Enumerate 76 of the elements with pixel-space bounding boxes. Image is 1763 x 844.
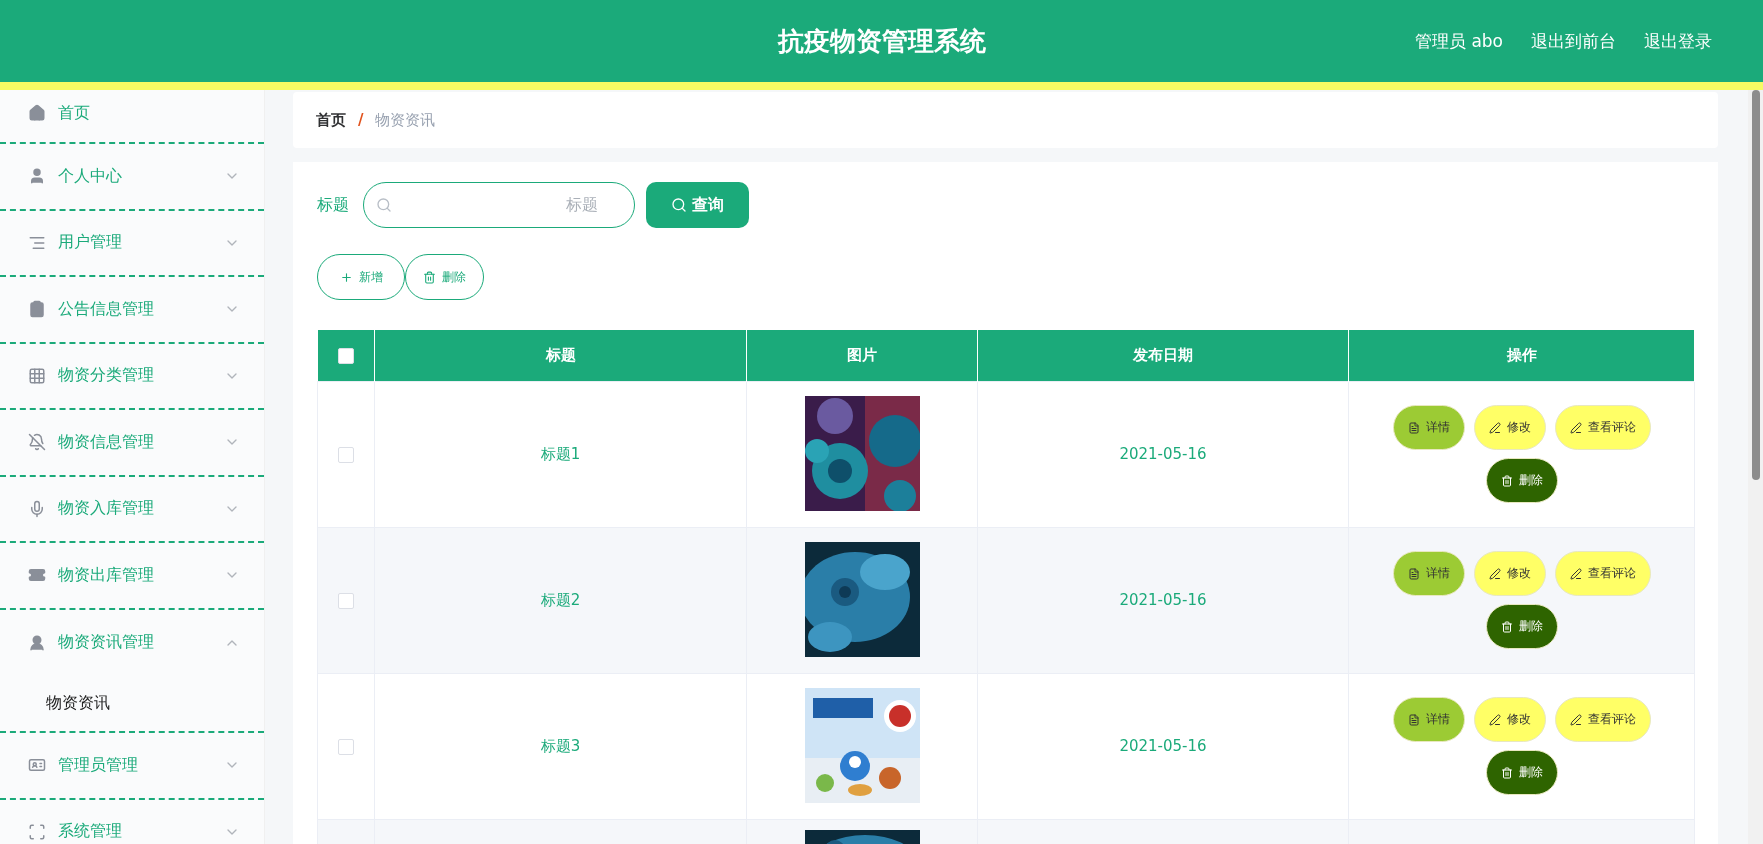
trash-icon [1500, 474, 1513, 487]
date-text: 2021-05-16 [1119, 737, 1207, 755]
sidebar-subitem[interactable]: 物资资讯 [0, 676, 264, 731]
header-link[interactable]: 退出到前台 [1531, 29, 1616, 53]
sidebar-item[interactable]: 用户管理 [28, 209, 240, 276]
home-icon [28, 104, 46, 122]
search-label: 标题 [317, 194, 349, 216]
sidebar-item[interactable]: 物资入库管理 [28, 475, 240, 542]
trash-icon [1500, 620, 1513, 633]
header-link[interactable]: 退出登录 [1644, 29, 1712, 53]
sidebar-item[interactable]: 管理员管理 [28, 732, 240, 799]
row-checkbox[interactable] [338, 446, 354, 463]
trash-icon [1500, 766, 1513, 779]
view-comments-button[interactable]: 查看评论 [1554, 697, 1651, 742]
view-comments-button[interactable]: 查看评论 [1554, 405, 1651, 450]
pen-icon [1569, 713, 1582, 726]
detail-button[interactable]: 详情 [1392, 405, 1465, 450]
add-button[interactable]: 新增 [317, 254, 405, 300]
pen-icon [1488, 713, 1501, 726]
sidebar-item[interactable]: 物资信息管理 [28, 409, 240, 476]
delete-button[interactable]: 删除 [1485, 458, 1558, 503]
column-header: 图片 [746, 330, 978, 381]
app-title: 抗疫物资管理系统 [777, 25, 986, 56]
trash-icon [423, 270, 436, 284]
scan-icon [28, 822, 46, 841]
view-comments-button[interactable]: 查看评论 [1554, 551, 1651, 596]
title-text: 标题3 [540, 736, 581, 755]
user-icon [28, 167, 46, 186]
document-icon [1407, 713, 1420, 726]
pen-icon [1488, 421, 1501, 434]
user-label[interactable]: 管理员 abo [1415, 29, 1503, 53]
column-header: 操作 [1348, 330, 1695, 381]
select-all-checkbox[interactable] [337, 347, 354, 364]
date-text: 2021-05-16 [1119, 445, 1207, 463]
search-icon [376, 197, 392, 213]
search-input[interactable]: 标题 [392, 195, 600, 215]
breadcrumb-separator: / [358, 111, 364, 129]
sidebar-item[interactable]: 公告信息管理 [28, 276, 240, 343]
edit-button[interactable]: 修改 [1473, 405, 1546, 450]
delete-button[interactable]: 删除 [1485, 750, 1558, 795]
sidebar-item[interactable]: 个人中心 [28, 143, 240, 210]
clipboard-icon [28, 300, 46, 319]
person-icon [28, 633, 46, 652]
detail-button[interactable]: 详情 [1392, 697, 1465, 742]
sidebar-item[interactable]: 系统管理 [28, 798, 240, 844]
delete-button[interactable]: 删除 [1485, 604, 1558, 649]
edit-button[interactable]: 修改 [1473, 697, 1546, 742]
breadcrumb-link[interactable]: 首页 [316, 110, 346, 130]
pen-icon [1569, 567, 1582, 580]
title-text: 标题1 [540, 444, 581, 463]
microphone-icon [28, 499, 46, 518]
delete-button[interactable]: 删除 [405, 254, 484, 300]
document-icon [1407, 567, 1420, 580]
title-text: 标题2 [540, 590, 581, 609]
grid-icon [28, 366, 46, 385]
plus-icon [339, 270, 353, 284]
sidebar-item[interactable]: 物资分类管理 [28, 342, 240, 409]
scrollbar-thumb[interactable] [1752, 90, 1760, 480]
sidebar-item[interactable]: 物资出库管理 [28, 542, 240, 609]
pen-icon [1569, 421, 1582, 434]
document-icon [1407, 421, 1420, 434]
pen-icon [1488, 567, 1501, 580]
column-header: 发布日期 [977, 330, 1349, 381]
sidebar-item[interactable]: 物资资讯管理 [28, 609, 240, 676]
date-text: 2021-05-16 [1119, 591, 1207, 609]
detail-button[interactable]: 详情 [1392, 551, 1465, 596]
row-checkbox[interactable] [338, 592, 354, 609]
column-header: 标题 [374, 330, 747, 381]
sidebar-item[interactable]: 首页 [28, 90, 240, 136]
search-icon [671, 197, 687, 213]
query-button[interactable]: 查询 [646, 182, 749, 228]
row-checkbox[interactable] [338, 738, 354, 755]
breadcrumb-current: 物资资讯 [375, 110, 436, 130]
scrollbar[interactable] [1748, 90, 1763, 844]
bell-off-icon [28, 433, 46, 452]
edit-button[interactable]: 修改 [1473, 551, 1546, 596]
